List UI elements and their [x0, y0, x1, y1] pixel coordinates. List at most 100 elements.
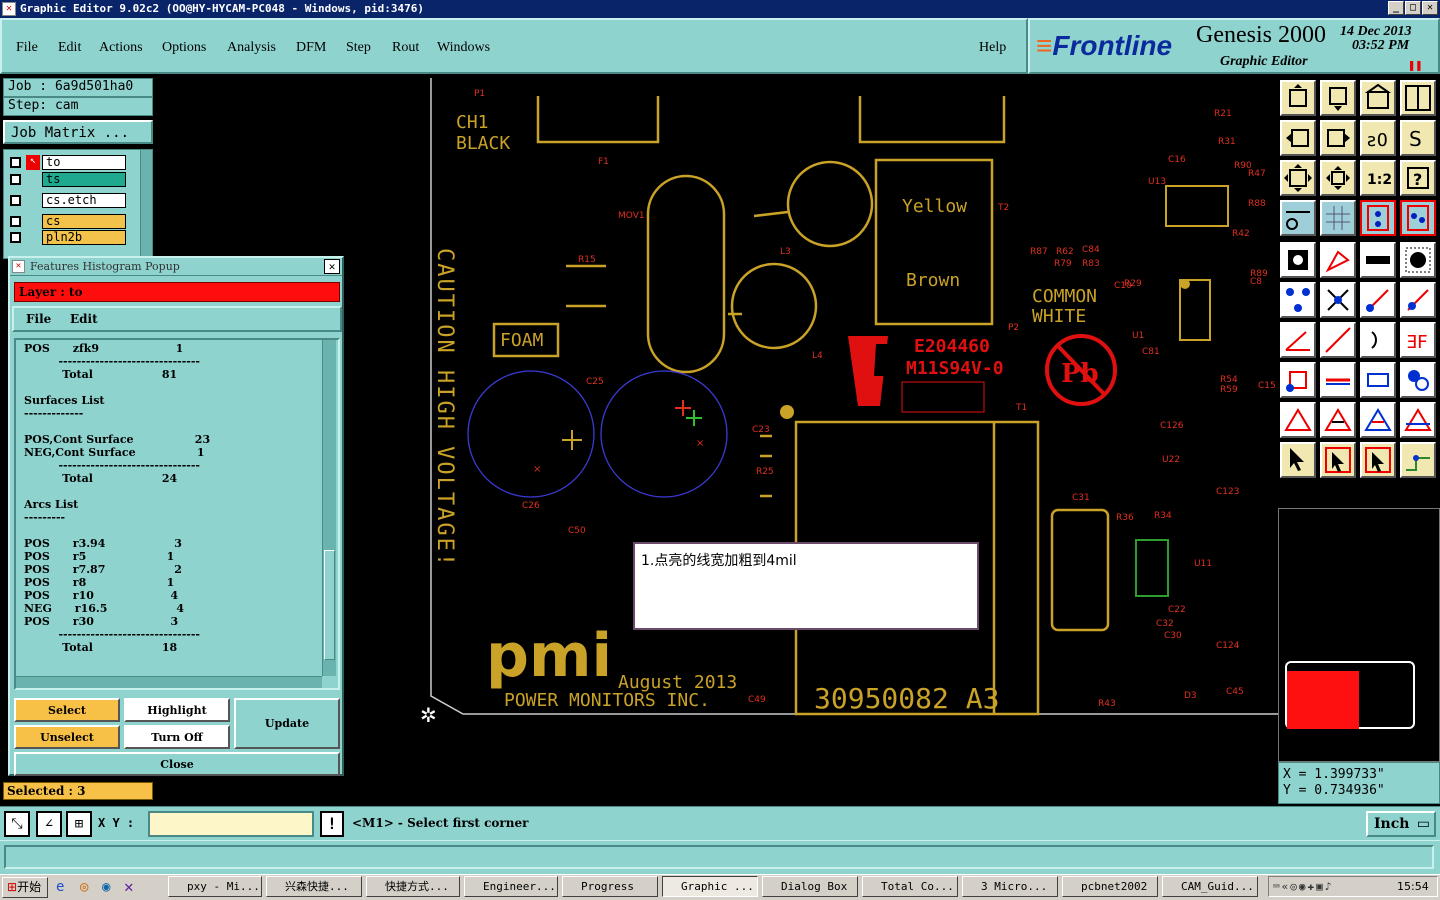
menu-dfm[interactable]: DFM: [296, 40, 326, 56]
zoom-fit-icon[interactable]: [1360, 80, 1396, 116]
scale-1-2-icon[interactable]: 1:2: [1360, 160, 1396, 196]
cross-nodes-icon[interactable]: [1320, 282, 1356, 318]
snap-mode-icon[interactable]: ⤡: [4, 811, 30, 837]
triangle-b-icon[interactable]: [1360, 402, 1396, 438]
layer-row-cs-etch[interactable]: cs.etch: [6, 193, 126, 209]
zoom-out-icon[interactable]: [1280, 160, 1316, 196]
menu-step[interactable]: Step: [346, 40, 371, 56]
layer-checkbox[interactable]: [10, 174, 21, 185]
close-app-icon[interactable]: ✕: [124, 877, 134, 896]
menu-actions[interactable]: Actions: [99, 40, 143, 56]
scrollbar-thumb[interactable]: [324, 550, 335, 660]
layer-row-cs[interactable]: cs: [6, 214, 126, 230]
highlight-button[interactable]: Highlight: [124, 698, 230, 722]
menu-edit[interactable]: Edit: [58, 40, 81, 56]
task-item[interactable]: Total Co...: [862, 876, 958, 897]
menu-help[interactable]: Help: [979, 40, 1006, 56]
quicklaunch-icon[interactable]: ◎: [80, 879, 88, 895]
task-item[interactable]: Progress: [562, 876, 658, 897]
add-nodes-icon[interactable]: [1280, 282, 1316, 318]
select-net-icon[interactable]: [1400, 442, 1436, 478]
layer-row-pln2b[interactable]: pln2b: [6, 230, 126, 246]
select-add-icon[interactable]: [1360, 442, 1396, 478]
menu-analysis[interactable]: Analysis: [227, 40, 276, 56]
ie-icon[interactable]: e: [56, 879, 64, 895]
close-icon[interactable]: ✕: [1422, 1, 1438, 15]
menu-options[interactable]: Options: [162, 40, 206, 56]
snap-icon[interactable]: [1360, 200, 1396, 236]
triangle-icon[interactable]: [1280, 402, 1316, 438]
stretch-icon[interactable]: ƎF: [1400, 322, 1436, 358]
arc-icon[interactable]: [1360, 322, 1396, 358]
circle-select-icon[interactable]: [1400, 242, 1436, 278]
dimension-icon[interactable]: [1360, 362, 1396, 398]
zoom-in-icon[interactable]: [1320, 80, 1356, 116]
quicklaunch-icon[interactable]: ◉: [102, 879, 110, 895]
line-icon[interactable]: [1320, 322, 1356, 358]
unselect-button[interactable]: Unselect: [14, 725, 120, 749]
layer-checkbox[interactable]: [10, 195, 21, 206]
window-layout-icon[interactable]: [1400, 80, 1436, 116]
task-item[interactable]: Engineer...: [464, 876, 558, 897]
select-box-icon[interactable]: [1320, 442, 1356, 478]
grid-mode-icon[interactable]: ⊞: [66, 811, 92, 837]
task-item[interactable]: Dialog Box: [762, 876, 858, 897]
rotate-icon[interactable]: S: [1400, 120, 1436, 156]
mirror-icon[interactable]: ƨO: [1360, 120, 1396, 156]
angle-icon[interactable]: [1280, 322, 1316, 358]
xy-input[interactable]: [148, 811, 314, 837]
histogram-list[interactable]: POS zfk9 1 -----------------------------…: [14, 338, 340, 690]
histogram-hscrollbar[interactable]: [16, 676, 322, 688]
task-item[interactable]: CAM_Guid...: [1162, 876, 1258, 897]
layer-scrollbar[interactable]: [140, 150, 152, 258]
task-item[interactable]: pcbnet2002: [1062, 876, 1158, 897]
select-button[interactable]: Select: [14, 698, 120, 722]
popup-menu-edit[interactable]: Edit: [70, 312, 98, 326]
histogram-scrollbar[interactable]: [322, 340, 336, 676]
zoom-home-icon[interactable]: [1280, 80, 1316, 116]
task-item-active[interactable]: Graphic ...: [662, 876, 758, 897]
minimize-icon[interactable]: _: [1388, 1, 1404, 15]
task-item[interactable]: pxy - Mi...: [168, 876, 262, 897]
measure-icon[interactable]: [1280, 200, 1316, 236]
line-nodes-icon[interactable]: [1360, 282, 1396, 318]
task-item[interactable]: 快捷方式...: [366, 876, 460, 897]
popup-menu-file[interactable]: File: [26, 312, 51, 326]
menu-file[interactable]: File: [16, 40, 38, 56]
task-item[interactable]: 兴森快捷...: [266, 876, 362, 897]
start-button[interactable]: ⊞开始: [2, 877, 48, 898]
node-edit-icon[interactable]: [1280, 362, 1316, 398]
snap-alt-icon[interactable]: [1400, 200, 1436, 236]
angle-mode-icon[interactable]: ∠: [36, 811, 62, 837]
popup-close-icon[interactable]: ✕: [324, 259, 340, 274]
pan-right-icon[interactable]: [1320, 120, 1356, 156]
menu-rout[interactable]: Rout: [392, 40, 419, 56]
overview-panel[interactable]: [1278, 508, 1440, 762]
pan-left-icon[interactable]: [1280, 120, 1316, 156]
grid-icon[interactable]: [1320, 200, 1356, 236]
task-item[interactable]: 3 Micro...: [962, 876, 1058, 897]
layer-checkbox[interactable]: [10, 232, 21, 243]
layer-checkbox[interactable]: [10, 157, 21, 168]
help-icon[interactable]: ?: [1400, 160, 1436, 196]
shape-icon[interactable]: [1320, 242, 1356, 278]
layer-checkbox[interactable]: [10, 216, 21, 227]
pause-icon[interactable]: ❚❚: [1408, 58, 1422, 72]
group-icon[interactable]: [1400, 362, 1436, 398]
ruler-icon[interactable]: [1360, 242, 1396, 278]
triangle-c-icon[interactable]: [1400, 402, 1436, 438]
menu-windows[interactable]: Windows: [437, 40, 490, 56]
layer-row-ts[interactable]: ts: [6, 172, 126, 188]
units-dropdown[interactable]: Inch ▭: [1366, 811, 1436, 837]
segment-icon[interactable]: [1320, 362, 1356, 398]
update-button[interactable]: Update: [234, 698, 340, 749]
job-matrix-button[interactable]: Job Matrix ...: [3, 120, 153, 144]
triangle-a-icon[interactable]: [1320, 402, 1356, 438]
move-node-icon[interactable]: [1400, 282, 1436, 318]
turn-off-button[interactable]: Turn Off: [124, 725, 230, 749]
alert-icon[interactable]: !: [320, 811, 344, 837]
maximize-icon[interactable]: □: [1405, 1, 1421, 15]
center-icon[interactable]: [1320, 160, 1356, 196]
close-button[interactable]: Close: [14, 752, 340, 776]
select-arrow-icon[interactable]: [1280, 442, 1316, 478]
